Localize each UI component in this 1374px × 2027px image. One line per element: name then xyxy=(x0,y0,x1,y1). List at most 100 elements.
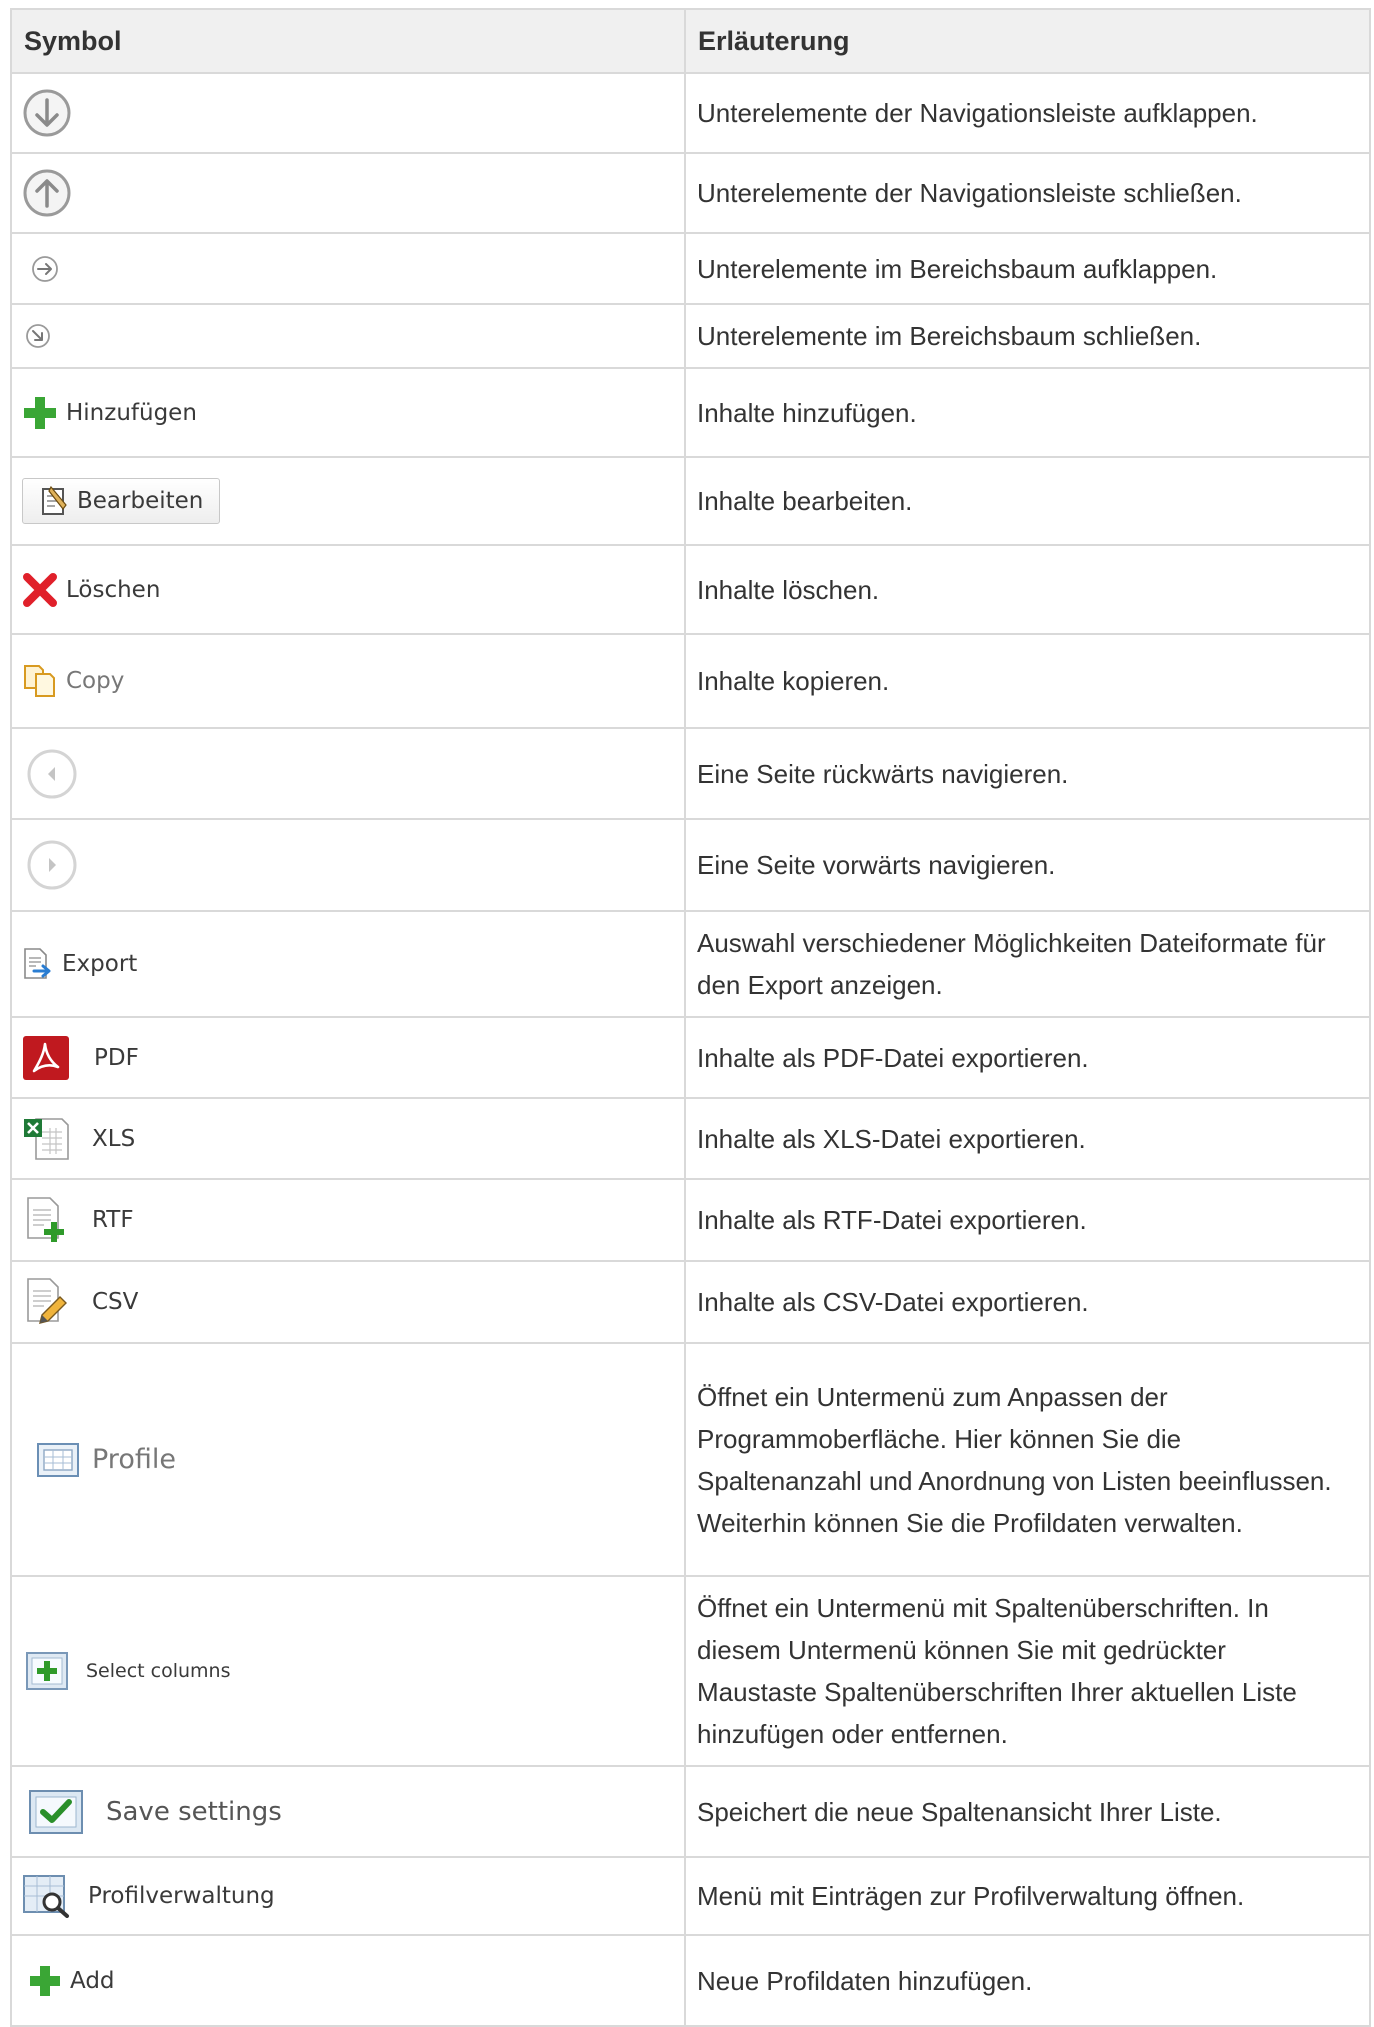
symbol-label: Select columns xyxy=(86,1660,231,1682)
export-button-sample[interactable]: Export xyxy=(22,947,684,981)
pdf-option-sample[interactable]: PDF xyxy=(22,1035,684,1081)
circle-arrow-down-icon xyxy=(23,89,71,137)
symbol-label: CSV xyxy=(92,1289,139,1315)
description-cell: Eine Seite rückwärts navigieren. xyxy=(684,727,1371,820)
symbol-cell: Copy xyxy=(10,633,686,729)
select-columns-icon xyxy=(26,1652,68,1690)
description-cell: Öffnet ein Untermenü mit Spaltenüberschr… xyxy=(684,1575,1371,1767)
symbol-cell xyxy=(10,303,686,369)
table-row: Export Auswahl verschiedener Möglichkeit… xyxy=(10,910,1371,1018)
symbol-label: RTF xyxy=(92,1207,134,1233)
rtf-icon xyxy=(27,1197,64,1242)
table-row: Copy Inhalte kopieren. xyxy=(10,633,1371,729)
symbol-label: Bearbeiten xyxy=(77,488,204,514)
profile-management-button-sample[interactable]: Profilverwaltung xyxy=(22,1874,684,1918)
table-row: Profilverwaltung Menü mit Einträgen zur … xyxy=(10,1856,1371,1936)
symbol-cell: Save settings xyxy=(10,1765,686,1858)
symbol-cell: CSV xyxy=(10,1260,686,1344)
table-row: Profile Öffnet ein Untermenü zum Anpasse… xyxy=(10,1342,1371,1577)
xls-option-sample[interactable]: XLS xyxy=(22,1116,684,1162)
symbol-cell xyxy=(10,818,686,912)
symbol-label: Profile xyxy=(92,1444,176,1475)
table-row: Save settings Speichert die neue Spalten… xyxy=(10,1765,1371,1858)
select-columns-button-sample[interactable]: Select columns xyxy=(26,1652,684,1690)
circle-chevron-right-icon xyxy=(27,840,77,890)
symbol-cell xyxy=(10,152,686,234)
description-cell: Unterelemente im Bereichsbaum aufklappen… xyxy=(684,232,1371,305)
symbol-label: Copy xyxy=(66,668,125,694)
csv-option-sample[interactable]: CSV xyxy=(22,1277,684,1327)
description-cell: Inhalte löschen. xyxy=(684,544,1371,635)
table-row: Unterelemente der Navigationsleiste aufk… xyxy=(10,72,1371,154)
symbol-label: Save settings xyxy=(106,1796,282,1827)
header-explanation: Erläuterung xyxy=(684,8,1371,74)
table-row: Eine Seite rückwärts navigieren. xyxy=(10,727,1371,820)
description-cell: Neue Profildaten hinzufügen. xyxy=(684,1934,1371,2027)
profile-button-sample[interactable]: Profile xyxy=(36,1440,684,1480)
table-row: Eine Seite vorwärts navigieren. xyxy=(10,818,1371,912)
description-cell: Inhalte als PDF-Datei exportieren. xyxy=(684,1016,1371,1099)
table-row: Löschen Inhalte löschen. xyxy=(10,544,1371,635)
add-profile-button-sample[interactable]: Add xyxy=(28,1964,684,1998)
pdf-icon xyxy=(23,1035,69,1080)
table-row: Unterelemente der Navigationsleiste schl… xyxy=(10,152,1371,234)
description-cell: Unterelemente im Bereichsbaum schließen. xyxy=(684,303,1371,369)
edit-button-sample[interactable]: Bearbeiten xyxy=(22,478,221,524)
symbol-cell xyxy=(10,232,686,305)
edit-document-icon xyxy=(42,485,67,515)
export-icon xyxy=(24,948,51,979)
symbol-label: Profilverwaltung xyxy=(88,1883,275,1909)
description-cell: Auswahl verschiedener Möglichkeiten Date… xyxy=(684,910,1371,1018)
copy-icon xyxy=(24,665,55,697)
copy-button-sample[interactable]: Copy xyxy=(22,663,684,699)
table-row: Bearbeiten Inhalte bearbeiten. xyxy=(10,456,1371,546)
table-row: CSV Inhalte als CSV-Datei exportieren. xyxy=(10,1260,1371,1344)
description-cell: Unterelemente der Navigationsleiste aufk… xyxy=(684,72,1371,154)
table-header-row: Symbol Erläuterung xyxy=(10,8,1371,74)
description-cell: Eine Seite vorwärts navigieren. xyxy=(684,818,1371,912)
description-cell: Inhalte bearbeiten. xyxy=(684,456,1371,546)
rtf-option-sample[interactable]: RTF xyxy=(22,1196,684,1244)
table-row: Hinzufügen Inhalte hinzufügen. xyxy=(10,367,1371,458)
red-x-icon xyxy=(23,572,57,607)
green-plus-icon xyxy=(30,1965,60,1996)
description-cell: Unterelemente der Navigationsleiste schl… xyxy=(684,152,1371,234)
green-plus-icon xyxy=(24,396,56,429)
delete-button-sample[interactable]: Löschen xyxy=(22,572,684,608)
table-row: Add Neue Profildaten hinzufügen. xyxy=(10,1934,1371,2027)
table-row: Unterelemente im Bereichsbaum aufklappen… xyxy=(10,232,1371,305)
save-settings-button-sample[interactable]: Save settings xyxy=(28,1789,684,1835)
description-cell: Inhalte kopieren. xyxy=(684,633,1371,729)
symbol-cell xyxy=(10,72,686,154)
symbol-cell: XLS xyxy=(10,1097,686,1180)
description-cell: Speichert die neue Spaltenansicht Ihrer … xyxy=(684,1765,1371,1858)
description-cell: Inhalte als XLS-Datei exportieren. xyxy=(684,1097,1371,1180)
profile-icon xyxy=(37,1442,79,1477)
profile-management-icon xyxy=(23,1875,69,1918)
symbol-cell: Profilverwaltung xyxy=(10,1856,686,1936)
symbol-cell: Hinzufügen xyxy=(10,367,686,458)
symbol-cell: PDF xyxy=(10,1016,686,1099)
description-cell: Menü mit Einträgen zur Profilverwaltung … xyxy=(684,1856,1371,1936)
symbol-cell: Profile xyxy=(10,1342,686,1577)
header-symbol: Symbol xyxy=(10,8,686,74)
symbol-label: Hinzufügen xyxy=(66,399,197,426)
symbol-cell: Löschen xyxy=(10,544,686,635)
add-button-sample[interactable]: Hinzufügen xyxy=(22,395,684,431)
symbol-cell: RTF xyxy=(10,1178,686,1262)
save-settings-icon xyxy=(29,1789,83,1834)
symbol-table: Symbol Erläuterung Unterelemente der Nav… xyxy=(10,8,1371,2027)
circle-arrow-diagonal-small-icon xyxy=(26,324,50,348)
table-row: Select columns Öffnet ein Untermenü mit … xyxy=(10,1575,1371,1767)
description-cell: Inhalte als RTF-Datei exportieren. xyxy=(684,1178,1371,1262)
table-row: RTF Inhalte als RTF-Datei exportieren. xyxy=(10,1178,1371,1262)
description-cell: Inhalte als CSV-Datei exportieren. xyxy=(684,1260,1371,1344)
symbol-cell: Select columns xyxy=(10,1575,686,1767)
circle-arrow-up-icon xyxy=(23,169,71,217)
symbol-cell: Bearbeiten xyxy=(10,456,686,546)
table-row: PDF Inhalte als PDF-Datei exportieren. xyxy=(10,1016,1371,1099)
symbol-label: PDF xyxy=(94,1044,139,1071)
symbol-cell: Add xyxy=(10,1934,686,2027)
circle-arrow-right-small-icon xyxy=(32,255,58,282)
symbol-label: Export xyxy=(62,951,138,977)
